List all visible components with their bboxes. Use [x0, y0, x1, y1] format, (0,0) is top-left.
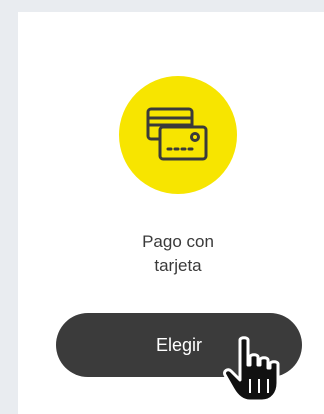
hand-pointer-icon [223, 336, 280, 403]
credit-cards-icon [146, 107, 208, 161]
payment-option-title: Pago con tarjeta [0, 230, 324, 278]
page: Pago con tarjeta Elegir [0, 0, 324, 414]
payment-icon-badge [119, 76, 237, 194]
payment-option-title-line1: Pago con [142, 232, 214, 251]
payment-option-title-line2: tarjeta [154, 256, 202, 275]
